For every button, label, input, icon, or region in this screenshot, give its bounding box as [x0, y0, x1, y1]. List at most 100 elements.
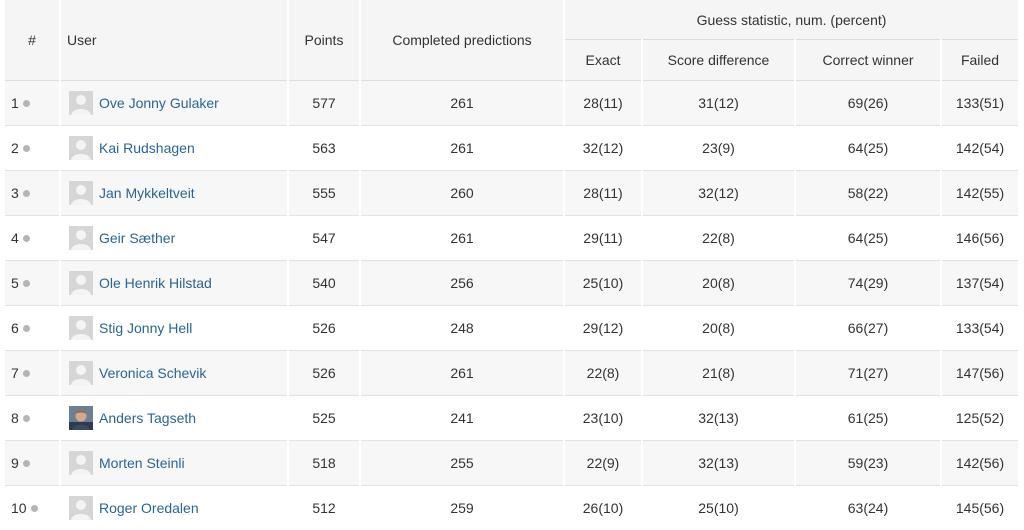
points-cell: 526: [288, 351, 360, 396]
exact-cell: 29(12): [564, 306, 642, 351]
default-avatar-icon: [69, 91, 93, 115]
exact-column-header: Exact: [564, 40, 642, 81]
default-avatar-icon: [69, 496, 93, 520]
rank-value: 9: [11, 455, 19, 471]
rank-column-header: #: [5, 0, 60, 81]
rank-value: 3: [11, 185, 19, 201]
rank-value: 10: [11, 500, 27, 516]
correct-winner-cell: 64(25): [795, 216, 941, 261]
completed-cell: 261: [360, 126, 564, 171]
status-dot-icon: [23, 235, 30, 242]
exact-cell: 26(10): [564, 486, 642, 530]
failed-cell: 137(54): [941, 261, 1019, 306]
points-cell: 555: [288, 171, 360, 216]
table-row: 8Anders Tagseth52524123(10)32(13)61(25)1…: [5, 396, 1019, 441]
correct-winner-cell: 69(26): [795, 81, 941, 126]
user-cell: Veronica Schevik: [60, 351, 288, 396]
completed-cell: 255: [360, 441, 564, 486]
exact-cell: 29(11): [564, 216, 642, 261]
points-cell: 526: [288, 306, 360, 351]
exact-cell: 22(9): [564, 441, 642, 486]
rank-value: 6: [11, 320, 19, 336]
user-cell: Roger Oredalen: [60, 486, 288, 530]
table-row: 2Kai Rudshagen56326132(12)23(9)64(25)142…: [5, 126, 1019, 171]
points-cell: 525: [288, 396, 360, 441]
user-link[interactable]: Kai Rudshagen: [99, 140, 195, 156]
rank-value: 8: [11, 410, 19, 426]
default-avatar-icon: [69, 316, 93, 340]
rank-cell: 3: [5, 171, 60, 216]
default-avatar-icon: [69, 181, 93, 205]
failed-cell: 142(54): [941, 126, 1019, 171]
rank-cell: 1: [5, 81, 60, 126]
completed-cell: 259: [360, 486, 564, 530]
user-cell: Ole Henrik Hilstad: [60, 261, 288, 306]
correct-winner-column-header: Correct winner: [795, 40, 941, 81]
status-dot-icon: [23, 145, 30, 152]
status-dot-icon: [23, 280, 30, 287]
user-link[interactable]: Veronica Schevik: [99, 365, 206, 381]
table-row: 5Ole Henrik Hilstad54025625(10)20(8)74(2…: [5, 261, 1019, 306]
table-row: 4Geir Sæther54726129(11)22(8)64(25)146(5…: [5, 216, 1019, 261]
correct-winner-cell: 59(23): [795, 441, 941, 486]
user-column-header: User: [60, 0, 288, 81]
table-row: 6Stig Jonny Hell52624829(12)20(8)66(27)1…: [5, 306, 1019, 351]
points-column-header: Points: [288, 0, 360, 81]
guess-statistic-group-header: Guess statistic, num. (percent): [564, 0, 1019, 40]
points-cell: 577: [288, 81, 360, 126]
points-cell: 518: [288, 441, 360, 486]
rank-cell: 8: [5, 396, 60, 441]
score-difference-cell: 21(8): [642, 351, 795, 396]
user-cell: Stig Jonny Hell: [60, 306, 288, 351]
points-cell: 547: [288, 216, 360, 261]
completed-cell: 248: [360, 306, 564, 351]
score-difference-cell: 32(13): [642, 441, 795, 486]
status-dot-icon: [23, 415, 30, 422]
rank-value: 1: [11, 95, 19, 111]
user-link[interactable]: Geir Sæther: [99, 230, 175, 246]
correct-winner-cell: 71(27): [795, 351, 941, 396]
user-link[interactable]: Ole Henrik Hilstad: [99, 275, 212, 291]
user-cell: Geir Sæther: [60, 216, 288, 261]
rank-cell: 6: [5, 306, 60, 351]
exact-cell: 22(8): [564, 351, 642, 396]
status-dot-icon: [23, 460, 30, 467]
completed-cell: 261: [360, 216, 564, 261]
photo-avatar-icon: [69, 406, 93, 430]
exact-cell: 32(12): [564, 126, 642, 171]
points-cell: 512: [288, 486, 360, 530]
user-link[interactable]: Ove Jonny Gulaker: [99, 95, 219, 111]
table-body: 1Ove Jonny Gulaker57726128(11)31(12)69(2…: [5, 81, 1019, 530]
user-link[interactable]: Jan Mykkeltveit: [99, 185, 195, 201]
points-cell: 540: [288, 261, 360, 306]
completed-cell: 261: [360, 81, 564, 126]
default-avatar-icon: [69, 136, 93, 160]
correct-winner-cell: 64(25): [795, 126, 941, 171]
default-avatar-icon: [69, 361, 93, 385]
rank-cell: 10: [5, 486, 60, 530]
score-difference-cell: 32(12): [642, 171, 795, 216]
exact-cell: 25(10): [564, 261, 642, 306]
failed-cell: 145(56): [941, 486, 1019, 530]
correct-winner-cell: 61(25): [795, 396, 941, 441]
status-dot-icon: [23, 370, 30, 377]
rank-cell: 2: [5, 126, 60, 171]
exact-cell: 28(11): [564, 171, 642, 216]
user-link[interactable]: Stig Jonny Hell: [99, 320, 192, 336]
status-dot-icon: [23, 190, 30, 197]
default-avatar-icon: [69, 226, 93, 250]
user-link[interactable]: Roger Oredalen: [99, 500, 199, 516]
user-link[interactable]: Anders Tagseth: [99, 410, 196, 426]
user-link[interactable]: Morten Steinli: [99, 455, 185, 471]
score-difference-cell: 20(8): [642, 261, 795, 306]
correct-winner-cell: 63(24): [795, 486, 941, 530]
table-header: # User Points Completed predictions Gues…: [5, 0, 1019, 81]
score-difference-cell: 32(13): [642, 396, 795, 441]
user-cell: Ove Jonny Gulaker: [60, 81, 288, 126]
status-dot-icon: [31, 505, 38, 512]
rank-value: 4: [11, 230, 19, 246]
table-row: 9Morten Steinli51825522(9)32(13)59(23)14…: [5, 441, 1019, 486]
score-difference-cell: 22(8): [642, 216, 795, 261]
user-cell: Jan Mykkeltveit: [60, 171, 288, 216]
table-row: 10Roger Oredalen51225926(10)25(10)63(24)…: [5, 486, 1019, 530]
